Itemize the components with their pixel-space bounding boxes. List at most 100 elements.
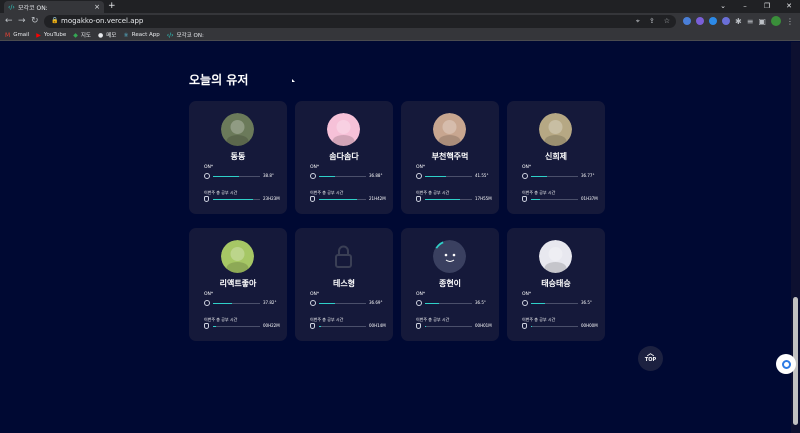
study-time-row: 01H37M <box>522 196 598 202</box>
study-time-bar-fill <box>319 325 321 327</box>
online-status: ON* <box>416 292 426 297</box>
bookmarks-bar: M Gmail ▶ YouTube ◆ 지도 ● 메모 ⚛ React App ‹/› 모각코 ON: <box>0 30 800 41</box>
browser-tab[interactable]: ‹/› 모각코 ON: × <box>4 1 104 13</box>
window-controls: ⌄ – ❐ ✕ <box>712 0 800 13</box>
bookmark-label: React App <box>131 32 160 38</box>
user-name: 솜다솜다 <box>329 152 359 161</box>
section-title: 오늘의 유저 <box>189 73 249 87</box>
avatar <box>433 113 466 146</box>
bookmark-3[interactable]: ● 메모 <box>97 31 117 40</box>
scroll-top-button[interactable]: ︿ TOP <box>638 346 663 371</box>
tab-title: 모각코 ON: <box>18 4 48 12</box>
avatar <box>327 113 360 146</box>
url-text[interactable]: mogakko-on.vercel.app <box>61 17 143 25</box>
close-window-icon[interactable]: ✕ <box>778 0 800 13</box>
study-time-value: 00H00M <box>581 323 598 328</box>
user-card[interactable]: 동동 ON* 38.8° 이번주 총 공부 시간 23H23M <box>189 101 287 214</box>
temperature-row: 36.77° <box>522 173 594 179</box>
extension-icon[interactable] <box>722 17 730 25</box>
new-tab-button[interactable]: + <box>108 1 116 12</box>
temperature-row: 36.69° <box>310 300 382 306</box>
study-time-row: 00H00M <box>522 323 598 329</box>
bookmark-1[interactable]: ▶ YouTube <box>36 32 66 39</box>
study-time-bar-fill <box>531 325 532 327</box>
temperature-value: 36.5° <box>581 300 592 305</box>
user-name: 부천핵주먹 <box>431 152 469 161</box>
temperature-bar-fill <box>425 302 440 304</box>
temperature-value: 37.82° <box>263 300 277 305</box>
user-card[interactable]: 종현이 ON* 36.5° 이번주 총 공부 시간 00H01M <box>401 228 499 341</box>
tab-search-icon[interactable]: ⌄ <box>712 0 734 13</box>
maximize-icon[interactable]: ❐ <box>756 0 778 13</box>
bookmark-2[interactable]: ◆ 지도 <box>73 31 91 40</box>
chat-button[interactable] <box>776 354 796 374</box>
close-tab-icon[interactable]: × <box>94 3 100 11</box>
smile-icon <box>204 173 210 179</box>
study-time-value: 17H55M <box>475 196 492 201</box>
page-scrollbar[interactable] <box>791 42 800 433</box>
extension-icon[interactable] <box>683 17 691 25</box>
profile-avatar[interactable] <box>770 16 781 26</box>
user-name: 태승태승 <box>541 279 571 288</box>
online-status: ON* <box>204 292 214 297</box>
user-card[interactable]: 테스형 ON* 36.69° 이번주 총 공부 시간 00H14M <box>295 228 393 341</box>
temperature-bar <box>531 302 578 304</box>
temperature-bar <box>213 175 260 177</box>
menu-icon[interactable]: ⋮ <box>786 17 794 26</box>
tab-strip: ‹/› 모각코 ON: × + ⌄ – ❐ ✕ <box>0 0 800 13</box>
online-status: ON* <box>310 292 320 297</box>
hand-icon <box>522 196 527 202</box>
user-card[interactable]: 리액트좋아 ON* 37.82° 이번주 총 공부 시간 00H22M <box>189 228 287 341</box>
chevron-up-icon: ︿ <box>647 349 654 357</box>
study-time-value: 21H42M <box>369 196 386 201</box>
minimize-icon[interactable]: – <box>734 0 756 13</box>
downloads-icon[interactable]: ≡ <box>747 17 754 26</box>
extensions-puzzle-icon[interactable]: ✱ <box>735 17 742 26</box>
memo-icon: ● <box>97 31 104 39</box>
online-status: ON* <box>310 165 320 170</box>
user-card[interactable]: 솜다솜다 ON* 36.88° 이번주 총 공부 시간 21H42M <box>295 101 393 214</box>
temperature-bar <box>213 302 260 304</box>
back-icon[interactable]: ← <box>5 15 13 27</box>
bookmark-star-icon[interactable]: ☆ <box>664 17 670 26</box>
youtube-icon: ▶ <box>36 31 41 39</box>
online-status: ON* <box>416 165 426 170</box>
study-time-bar <box>531 325 578 327</box>
temperature-bar-fill <box>531 175 548 177</box>
extension-icon[interactable] <box>696 17 704 25</box>
user-card[interactable]: 부천핵주먹 ON* 41.55° 이번주 총 공부 시간 17H55M <box>401 101 499 214</box>
user-card[interactable]: 신희제 ON* 36.77° 이번주 총 공부 시간 01H37M <box>507 101 605 214</box>
sidepanel-icon[interactable]: ▣ <box>758 17 766 26</box>
user-card[interactable]: 태승태승 ON* 36.5° 이번주 총 공부 시간 00H00M <box>507 228 605 341</box>
online-status: ON* <box>522 292 532 297</box>
bookmark-5[interactable]: ‹/› 모각코 ON: <box>167 31 204 40</box>
study-time-value: 01H37M <box>581 196 598 201</box>
share-icon[interactable]: ⇪ <box>649 17 655 26</box>
lock-icon[interactable]: 🔒 <box>51 17 58 24</box>
temperature-bar <box>425 302 472 304</box>
browser-toolbar: ← → ↻ 🔒 mogakko-on.vercel.app ⌖ ⇪ ☆ ✱ ≡ … <box>0 13 800 30</box>
location-icon[interactable]: ⌖ <box>636 17 640 26</box>
extension-icon[interactable] <box>709 17 717 25</box>
bookmark-label: 모각코 ON: <box>176 33 204 39</box>
study-time-bar-fill <box>531 198 541 200</box>
temperature-row: 38.8° <box>204 173 274 179</box>
bookmark-label: 메모 <box>106 33 117 39</box>
study-time-bar <box>319 198 366 200</box>
smile-icon <box>416 300 422 306</box>
reload-icon[interactable]: ↻ <box>31 15 39 27</box>
address-bar[interactable]: 🔒 mogakko-on.vercel.app ⌖ ⇪ ☆ <box>44 15 676 28</box>
temperature-value: 38.8° <box>263 173 274 178</box>
user-name: 신희제 <box>544 152 568 161</box>
chat-icon <box>781 359 791 369</box>
study-time-bar <box>319 325 366 327</box>
bookmark-label: YouTube <box>43 32 67 38</box>
forward-icon[interactable]: → <box>18 15 26 27</box>
temperature-bar-fill <box>319 302 336 304</box>
avatar <box>433 240 466 273</box>
bookmark-0[interactable]: M Gmail <box>5 32 29 39</box>
smile-icon <box>310 173 316 179</box>
bookmark-4[interactable]: ⚛ React App <box>123 32 159 39</box>
temperature-bar <box>425 175 472 177</box>
hand-icon <box>522 323 527 329</box>
